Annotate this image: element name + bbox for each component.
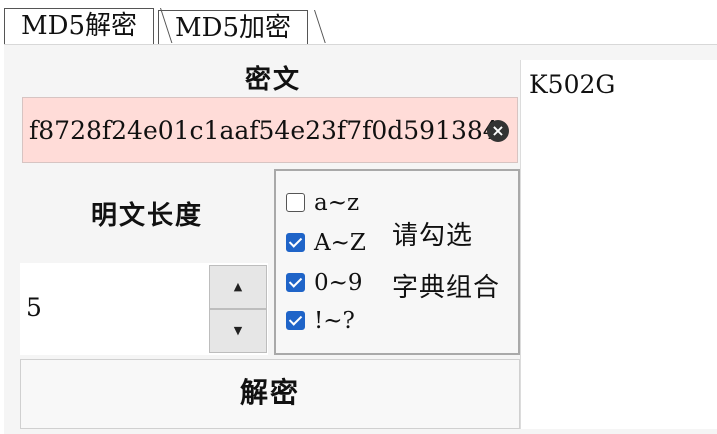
plaintext-length-spinbox[interactable]: 5 ▲ ▼ [20,263,268,355]
cipher-input[interactable]: f8728f24e01c1aaf54e23f7f0d591384 × [22,97,518,163]
spin-up-icon[interactable]: ▲ [209,265,267,309]
dictionary-hint-line2: 字典组合 [392,273,501,303]
spin-down-icon[interactable]: ▼ [209,309,267,353]
option-digits-label: 0~9 [314,270,363,296]
checkbox-digits[interactable] [286,273,305,292]
result-output[interactable]: K502G [520,60,717,429]
decrypt-button[interactable]: 解密 [20,359,520,429]
checkbox-symbols[interactable] [286,311,305,330]
clear-icon[interactable]: × [487,120,509,142]
tab-md5-encrypt[interactable]: MD5加密 [158,10,308,44]
result-value: K502G [529,70,616,99]
tab-md5-decrypt[interactable]: MD5解密 [4,8,154,44]
option-lowercase-label: a~z [314,190,360,216]
cipher-input-value: f8728f24e01c1aaf54e23f7f0d591384 [29,116,499,145]
cipher-label: 密文 [244,65,301,95]
tab-bar: MD5解密 MD5加密 [0,0,717,44]
option-symbols-label: !~? [314,308,355,334]
plaintext-length-value[interactable]: 5 [26,293,42,322]
plaintext-length-label: 明文长度 [90,201,203,231]
checkbox-uppercase[interactable] [286,233,305,252]
dictionary-hint-line1: 请勾选 [392,221,474,251]
checkbox-lowercase[interactable] [286,193,305,212]
option-uppercase-label: A~Z [314,230,366,256]
dictionary-options-group: a~z A~Z 0~9 !~? 请勾选 字典组合 [274,169,520,355]
